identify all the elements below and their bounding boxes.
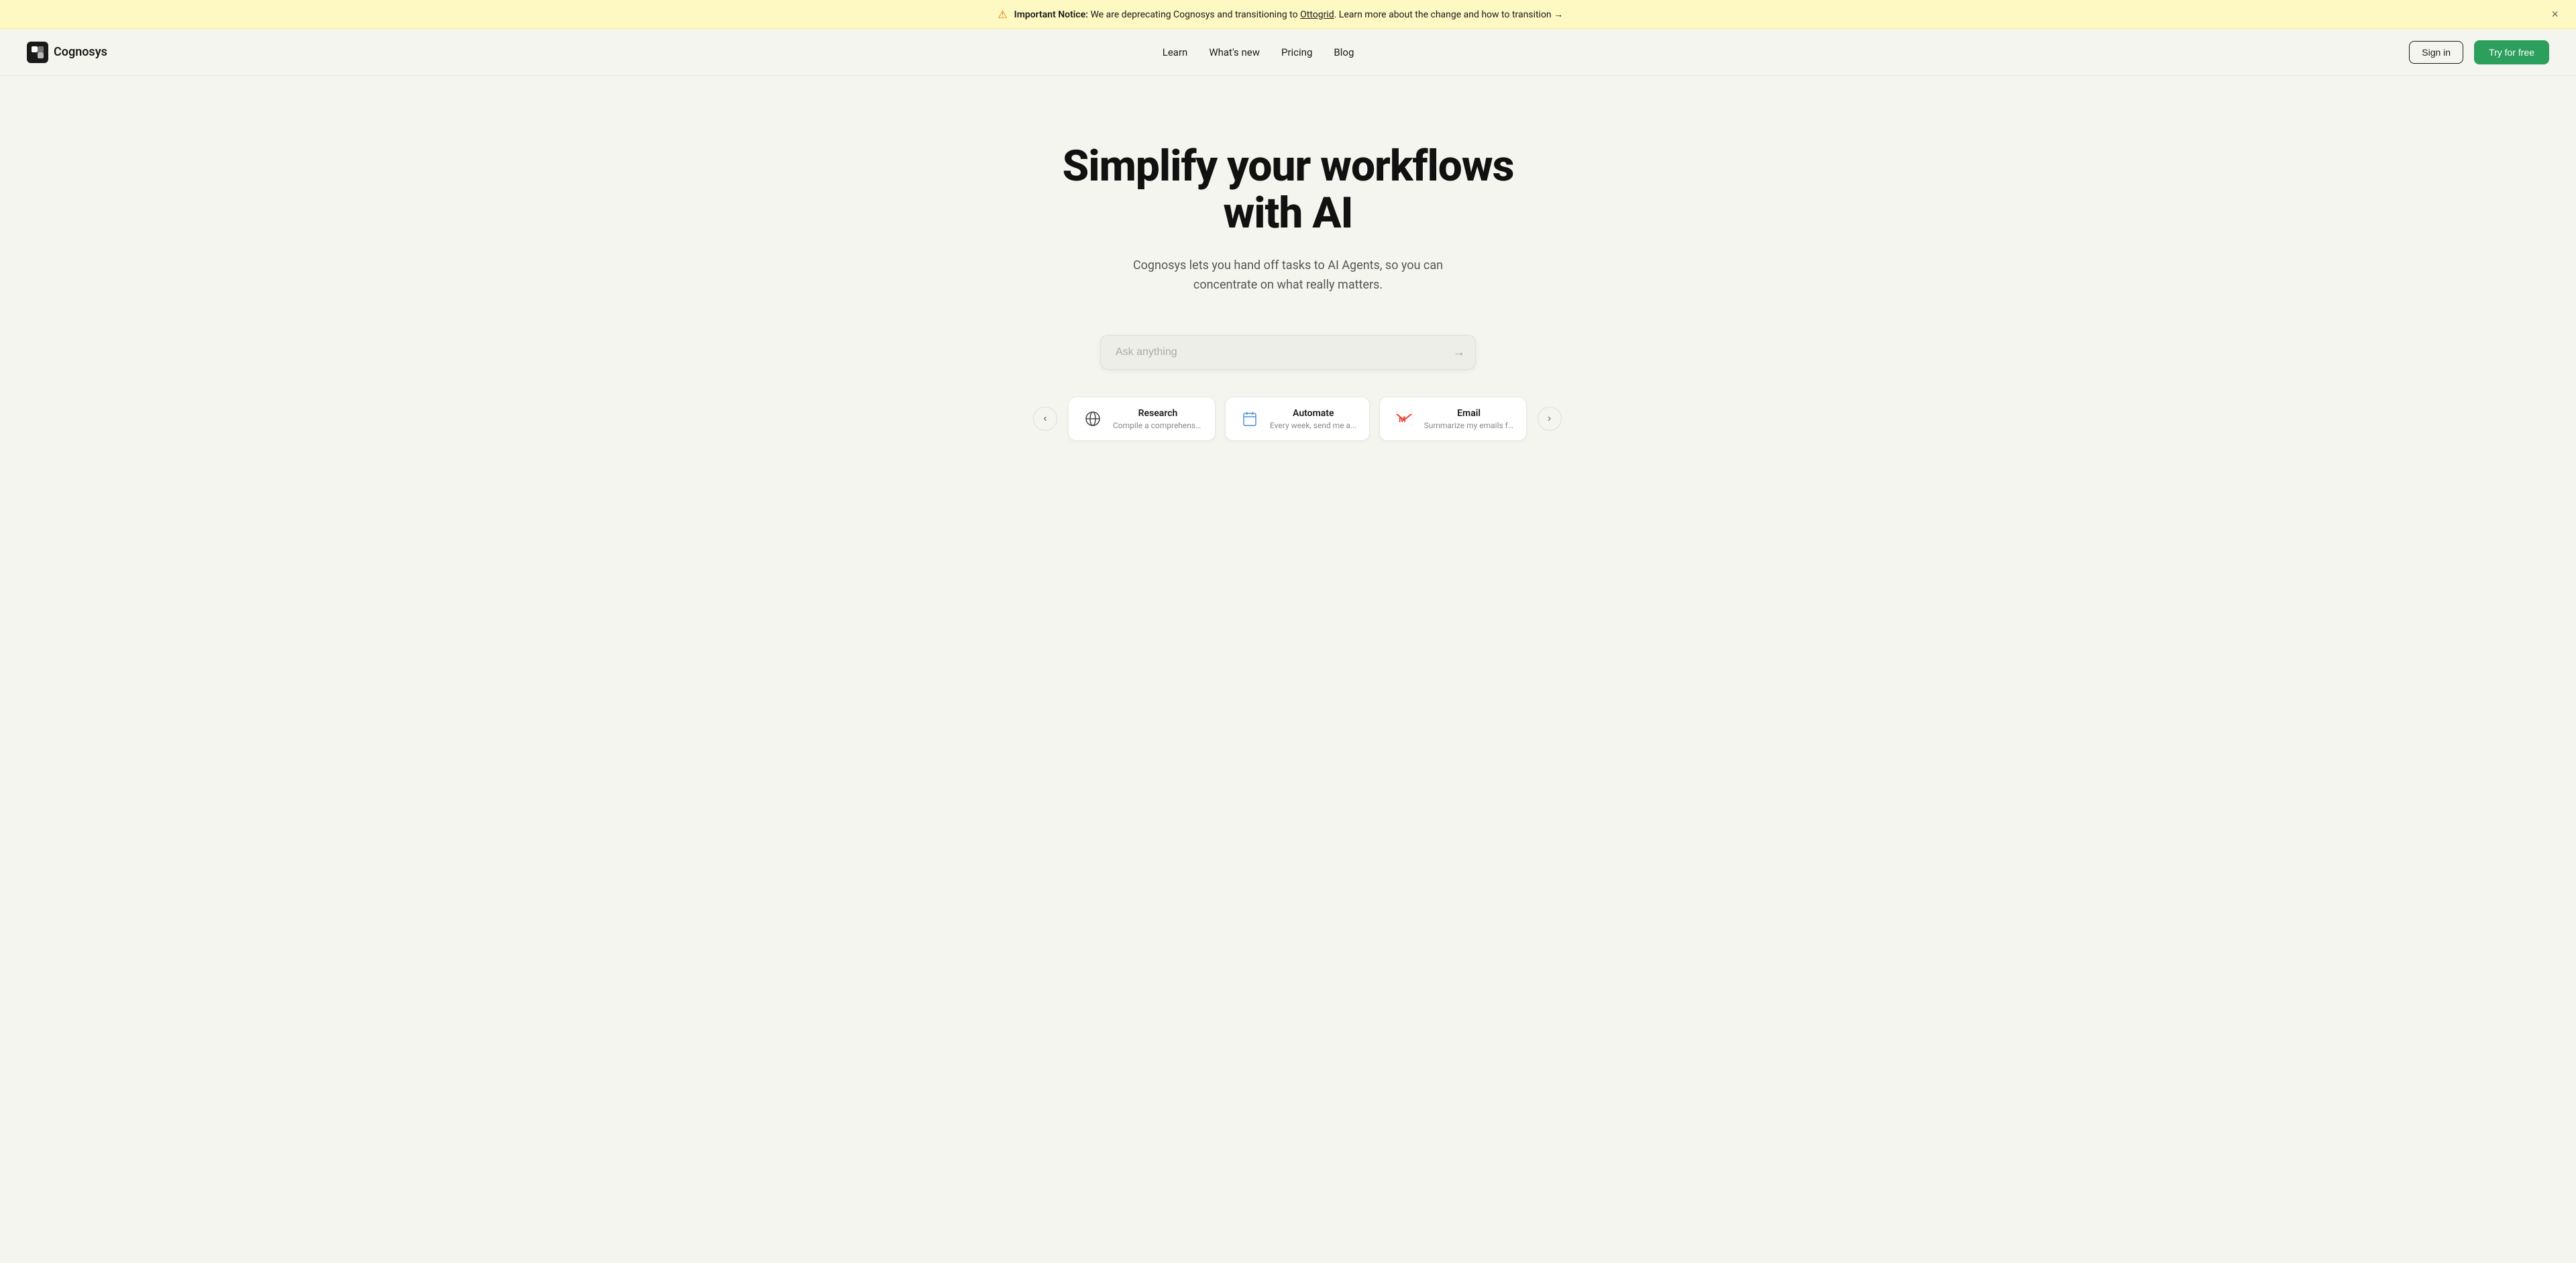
notice-banner-content: ⚠ Important Notice: We are deprecating C… — [13, 8, 2547, 21]
sign-in-button[interactable]: Sign in — [2409, 41, 2463, 64]
suggestion-card-automate-content: Automate Every week, send me a... — [1270, 408, 1357, 430]
ask-input[interactable] — [1100, 335, 1476, 370]
svg-text:M: M — [1399, 415, 1406, 424]
suggestion-card-research-title: Research — [1113, 408, 1203, 419]
warning-icon: ⚠ — [998, 8, 1007, 21]
calendar-icon — [1238, 407, 1262, 431]
suggestions-container: ‹ Research Compile a comprehensive... — [1033, 397, 1543, 441]
nav-links: Learn What's new Pricing Blog — [1163, 46, 1354, 58]
suggestion-card-email-desc: Summarize my emails from... — [1424, 421, 1514, 430]
ask-input-container: → — [1100, 335, 1476, 370]
ottogrid-link[interactable]: Ottogrid — [1300, 9, 1334, 20]
try-free-button[interactable]: Try for free — [2474, 40, 2549, 64]
nav-link-whats-new[interactable]: What's new — [1209, 46, 1260, 58]
suggestion-card-email-content: Email Summarize my emails from... — [1424, 408, 1514, 430]
suggestion-card-email-title: Email — [1424, 408, 1514, 419]
hero-subtitle: Cognosys lets you hand off tasks to AI A… — [1127, 256, 1449, 295]
nav-actions: Sign in Try for free — [2409, 40, 2549, 64]
notice-banner: ⚠ Important Notice: We are deprecating C… — [0, 0, 2576, 29]
nav-link-blog[interactable]: Blog — [1334, 46, 1354, 58]
suggestion-card-email[interactable]: M Email Summarize my emails from... — [1379, 397, 1527, 441]
notice-prefix: Important Notice: — [1014, 9, 1088, 20]
suggestions-next-button[interactable]: › — [1538, 407, 1562, 431]
gmail-icon: M — [1392, 407, 1416, 431]
suggestion-card-automate-title: Automate — [1270, 408, 1357, 419]
logo[interactable]: Cognosys — [27, 42, 107, 63]
logo-text: Cognosys — [54, 45, 107, 59]
suggestion-card-automate-desc: Every week, send me a... — [1270, 421, 1357, 430]
suggestion-card-research-content: Research Compile a comprehensive... — [1113, 408, 1203, 430]
notice-text: Important Notice: We are deprecating Cog… — [1014, 9, 1563, 20]
nav-link-pricing[interactable]: Pricing — [1281, 46, 1312, 58]
close-notice-button[interactable]: × — [2547, 7, 2563, 21]
suggestion-card-research[interactable]: Research Compile a comprehensive... — [1068, 397, 1216, 441]
navbar: Cognosys Learn What's new Pricing Blog S… — [0, 29, 2576, 76]
suggestions-prev-button[interactable]: ‹ — [1033, 407, 1057, 431]
suggestion-card-automate[interactable]: Automate Every week, send me a... — [1225, 397, 1370, 441]
logo-icon — [27, 42, 48, 63]
suggestion-card-research-desc: Compile a comprehensive... — [1113, 421, 1203, 430]
hero-title: Simplify your workflows with AI — [1053, 143, 1523, 238]
hero-section: Simplify your workflows with AI Cognosys… — [0, 76, 2576, 481]
nav-link-learn[interactable]: Learn — [1163, 46, 1188, 58]
globe-icon — [1081, 407, 1105, 431]
suggestion-cards: Research Compile a comprehensive... Auto… — [1068, 397, 1527, 441]
